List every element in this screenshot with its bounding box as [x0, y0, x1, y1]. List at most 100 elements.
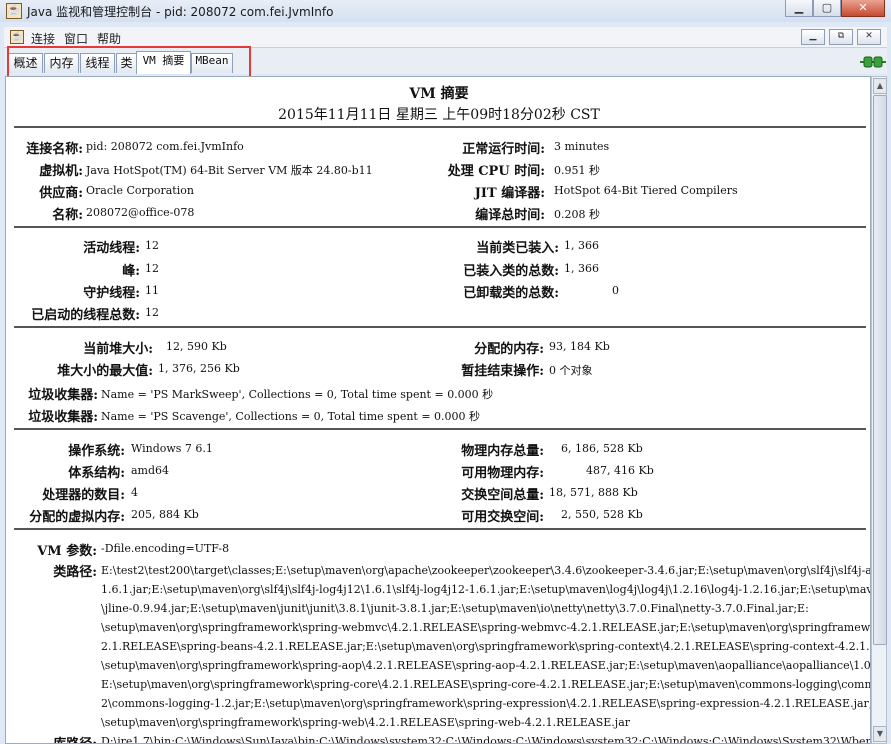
close-button[interactable]: ✕	[841, 0, 885, 17]
value-total-classes-unloaded: 0	[612, 284, 619, 297]
label-gc-1: 垃圾收集器:	[28, 388, 98, 403]
close-icon: ✕	[858, 1, 868, 14]
maximize-icon: ▢	[821, 1, 833, 14]
page-title: VM 摘要	[409, 86, 469, 102]
value-os: Windows 7 6.1	[131, 442, 213, 455]
vertical-scrollbar[interactable]: ▲ ▼	[871, 76, 887, 744]
label-jit-compiler: JIT 编译器:	[474, 186, 545, 201]
connection-status-icon[interactable]	[860, 56, 886, 68]
java-cup-icon: ☕	[6, 3, 22, 19]
label-live-threads: 活动线程:	[83, 241, 140, 256]
label-classes-loaded: 当前类已装入:	[476, 241, 559, 256]
window-title: Java 监视和管理控制台 - pid: 208072 com.fei.JvmI…	[27, 5, 334, 19]
classpath-line: \setup\maven\org\springframework\spring-…	[101, 716, 631, 729]
divider	[14, 226, 866, 228]
label-processors: 处理器的数目:	[42, 488, 125, 503]
title-bar[interactable]: ☕ Java 监视和管理控制台 - pid: 208072 com.fei.Jv…	[0, 0, 891, 22]
label-total-classes-unloaded: 已卸载类的总数:	[463, 286, 559, 301]
value-total-swap: 18, 571, 888 Kb	[549, 486, 638, 499]
chevron-down-icon: ▼	[876, 729, 884, 738]
label-cpu-time: 处理 CPU 时间:	[447, 164, 545, 179]
value-name: 208072@office-078	[86, 206, 195, 219]
label-vm: 虚拟机:	[39, 164, 83, 179]
maximize-button[interactable]: ▢	[813, 0, 841, 17]
value-pending-finalization: 0 个对象	[549, 364, 593, 377]
label-name: 名称:	[52, 208, 83, 223]
value-free-physical-memory: 487, 416 Kb	[586, 464, 654, 477]
label-vm-arguments: VM 参数:	[37, 544, 97, 559]
vm-summary-panel: VM 摘要 2015年11月11日 星期三 上午09时18分02秒 CST 连接…	[5, 76, 871, 744]
java-cup-icon[interactable]: ☕	[10, 30, 24, 44]
label-committed-virtual-memory: 分配的虚拟内存:	[29, 510, 125, 525]
value-jit-compiler: HotSpot 64-Bit Tiered Compilers	[554, 184, 738, 197]
menu-connection[interactable]: 连接	[31, 30, 55, 47]
label-compile-time: 编译总时间:	[475, 208, 545, 223]
label-gc-2: 垃圾收集器:	[28, 410, 98, 425]
divider	[14, 428, 866, 430]
label-connection-name: 连接名称:	[26, 142, 83, 157]
divider	[14, 528, 866, 530]
restore-icon: ⧉	[837, 31, 845, 41]
minimize-icon: ▁	[809, 31, 817, 41]
value-library-path: D:\jre1.7\bin;C:\Windows\Sun\Java\bin;C:…	[101, 735, 871, 744]
value-max-heap: 1, 376, 256 Kb	[158, 362, 240, 375]
value-current-heap: 12, 590 Kb	[166, 340, 227, 353]
scrollbar-thumb[interactable]	[873, 95, 887, 645]
value-free-swap: 2, 550, 528 Kb	[561, 508, 643, 521]
label-library-path: 库路径:	[53, 733, 97, 743]
label-total-classes-loaded: 已装入类的总数:	[463, 264, 559, 279]
value-vm: Java HotSpot(TM) 64-Bit Server VM 版本 24.…	[86, 164, 373, 177]
value-physical-memory: 6, 186, 528 Kb	[561, 442, 643, 455]
inner-minimize-button[interactable]: ▁	[801, 29, 825, 45]
value-live-threads: 12	[145, 239, 159, 252]
label-max-heap: 堆大小的最大值:	[57, 364, 153, 379]
value-compile-time: 0.208 秒	[554, 208, 600, 221]
value-uptime: 3 minutes	[554, 140, 610, 153]
menu-bar: ☕ 连接 窗口 帮助 ▁ ⧉ ✕	[4, 27, 887, 48]
scroll-up-arrow[interactable]: ▲	[873, 78, 887, 94]
menu-help[interactable]: 帮助	[97, 30, 121, 47]
close-icon: ✕	[865, 31, 873, 41]
minimize-button[interactable]: ▁	[785, 0, 813, 17]
value-classpath: E:\test2\test200\target\classes;E:\setup…	[101, 561, 871, 732]
classpath-line: E:\test2\test200\target\classes;E:\setup…	[101, 564, 870, 577]
label-free-swap: 可用交换空间:	[461, 510, 544, 525]
value-gc-2: Name = 'PS Scavenge', Collections = 0, T…	[101, 410, 481, 423]
value-cpu-time: 0.951 秒	[554, 164, 600, 177]
value-classes-loaded: 1, 366	[564, 239, 599, 252]
inner-close-button[interactable]: ✕	[857, 29, 881, 45]
classpath-line: E:\setup\maven\org\springframework\sprin…	[101, 678, 871, 691]
classpath-line: \setup\maven\org\springframework\spring-…	[101, 621, 871, 634]
value-daemon-threads: 11	[145, 284, 159, 297]
divider	[14, 326, 866, 328]
menu-window[interactable]: 窗口	[64, 30, 88, 47]
minimize-icon: ▁	[794, 1, 804, 14]
divider	[14, 126, 866, 128]
label-peak: 峰:	[122, 264, 140, 279]
scroll-down-arrow[interactable]: ▼	[873, 726, 887, 742]
label-uptime: 正常运行时间:	[462, 142, 545, 157]
value-connection-name: pid: 208072 com.fei.JvmInfo	[86, 140, 244, 153]
classpath-line: \setup\maven\org\springframework\spring-…	[101, 659, 871, 672]
label-pending-finalization: 暂挂结束操作:	[461, 364, 544, 379]
classpath-line: \jline-0.9.94.jar;E:\setup\maven\junit\j…	[101, 602, 809, 615]
value-gc-1: Name = 'PS MarkSweep', Collections = 0, …	[101, 388, 494, 401]
label-committed-memory: 分配的内存:	[474, 342, 544, 357]
value-architecture: amd64	[131, 464, 170, 477]
chevron-up-icon: ▲	[876, 81, 884, 90]
label-classpath: 类路径:	[53, 565, 97, 580]
value-total-threads-started: 12	[145, 306, 159, 319]
label-architecture: 体系结构:	[68, 466, 125, 481]
label-free-physical-memory: 可用物理内存:	[461, 466, 544, 481]
label-vendor: 供应商:	[39, 186, 83, 201]
label-current-heap: 当前堆大小:	[83, 342, 153, 357]
label-daemon-threads: 守护线程:	[83, 286, 140, 301]
inner-restore-button[interactable]: ⧉	[829, 29, 853, 45]
value-peak: 12	[145, 262, 159, 275]
summary-date: 2015年11月11日 星期三 上午09时18分02秒 CST	[278, 107, 600, 123]
label-total-swap: 交换空间总量:	[461, 488, 544, 503]
jconsole-window: ☕ Java 监视和管理控制台 - pid: 208072 com.fei.Jv…	[0, 0, 891, 744]
value-committed-virtual-memory: 205, 884 Kb	[131, 508, 199, 521]
label-os: 操作系统:	[68, 444, 125, 459]
value-total-classes-loaded: 1, 366	[564, 262, 599, 275]
